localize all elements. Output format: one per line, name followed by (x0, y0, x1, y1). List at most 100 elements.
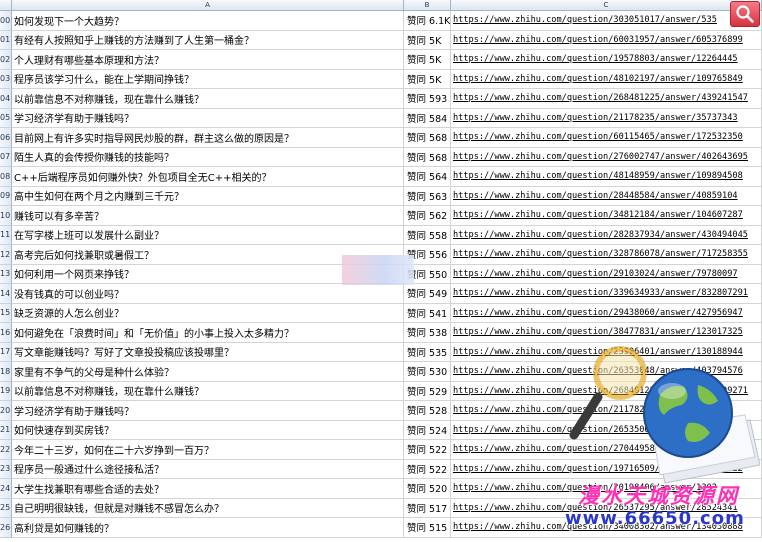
column-header-c[interactable]: C (451, 0, 762, 11)
question-title-cell[interactable]: 个人理财有哪些基本原理和方法？ (12, 50, 404, 70)
votes-cell[interactable]: 赞同 549 (404, 284, 451, 304)
question-title-cell[interactable]: 高利贷是如何赚钱的？ (12, 518, 404, 538)
question-title-cell[interactable]: 写文章能赚钱吗？写好了文章投投稿应该投哪里？ (12, 342, 404, 362)
votes-cell[interactable]: 赞同 568 (404, 147, 451, 167)
search-icon (736, 5, 754, 23)
votes-cell[interactable]: 赞同 6.1K (404, 11, 451, 31)
votes-cell[interactable]: 赞同 568 (404, 128, 451, 148)
url-link-cell[interactable]: https://www.zhihu.com/question/48102197/… (451, 69, 762, 89)
row-number[interactable]: 06 (0, 128, 12, 148)
row-number[interactable]: 15 (0, 303, 12, 323)
question-title-cell[interactable]: 学习经济学有助于赚钱吗？ (12, 108, 404, 128)
url-link-cell[interactable]: https://www.zhihu.com/question/339634933… (451, 284, 762, 304)
row-number[interactable]: 20 (0, 401, 12, 421)
votes-cell[interactable]: 赞同 563 (404, 186, 451, 206)
question-title-cell[interactable]: 程序员一般通过什么途径接私活？ (12, 459, 404, 479)
url-link-cell[interactable]: https://www.zhihu.com/question/19578803/… (451, 50, 762, 70)
question-title-cell[interactable]: 高中生如何在两个月之内赚到三千元？ (12, 186, 404, 206)
search-button[interactable] (730, 1, 760, 27)
row-number[interactable]: 14 (0, 284, 12, 304)
url-link-cell[interactable]: https://www.zhihu.com/question/268481225… (451, 89, 762, 109)
row-number[interactable]: 05 (0, 108, 12, 128)
votes-cell[interactable]: 赞同 5K (404, 50, 451, 70)
votes-cell[interactable]: 赞同 522 (404, 459, 451, 479)
votes-cell[interactable]: 赞同 593 (404, 89, 451, 109)
question-title-cell[interactable]: 没有钱真的可以创业吗？ (12, 284, 404, 304)
question-title-cell[interactable]: 家里有不争气的父母是种什么体验？ (12, 362, 404, 382)
row-number[interactable]: 26 (0, 518, 12, 538)
question-title-cell[interactable]: 陌生人真的会传授你赚钱的技能吗？ (12, 147, 404, 167)
url-link-cell[interactable]: https://www.zhihu.com/question/303051017… (451, 11, 762, 31)
row-number[interactable]: 04 (0, 89, 12, 109)
row-number[interactable]: 08 (0, 167, 12, 187)
url-link-cell[interactable]: https://www.zhihu.com/question/21178235/… (451, 108, 762, 128)
question-title-cell[interactable]: 今年二十三岁，如何在二十六岁挣到一百万？ (12, 440, 404, 460)
row-number[interactable]: 19 (0, 381, 12, 401)
question-title-cell[interactable]: 学习经济学有助于赚钱吗？ (12, 401, 404, 421)
row-number[interactable]: 18 (0, 362, 12, 382)
column-header-b[interactable]: B (404, 0, 451, 11)
url-link-cell[interactable]: https://www.zhihu.com/question/276002747… (451, 147, 762, 167)
question-title-cell[interactable]: 赚钱可以有多辛苦？ (12, 206, 404, 226)
votes-cell[interactable]: 赞同 558 (404, 225, 451, 245)
votes-cell[interactable]: 赞同 538 (404, 323, 451, 343)
select-all-corner[interactable] (0, 0, 12, 11)
question-title-cell[interactable]: C++后端程序员如何赚外快？外包项目全无C++相关的？ (12, 167, 404, 187)
votes-cell[interactable]: 赞同 541 (404, 303, 451, 323)
row-number[interactable]: 07 (0, 147, 12, 167)
row-number[interactable]: 24 (0, 479, 12, 499)
row-number[interactable]: 03 (0, 69, 12, 89)
votes-cell[interactable]: 赞同 524 (404, 420, 451, 440)
url-link-cell[interactable]: https://www.zhihu.com/question/29103024/… (451, 264, 762, 284)
question-title-cell[interactable]: 自己明明很缺钱，但就是对赚钱不感冒怎么办？ (12, 498, 404, 518)
row-number[interactable]: 23 (0, 459, 12, 479)
url-link-cell[interactable]: https://www.zhihu.com/question/34812184/… (451, 206, 762, 226)
votes-cell[interactable]: 赞同 584 (404, 108, 451, 128)
row-number[interactable]: 17 (0, 342, 12, 362)
row-number[interactable]: 09 (0, 186, 12, 206)
row-number[interactable]: 25 (0, 498, 12, 518)
question-title-cell[interactable]: 目前网上有许多实时指导网民炒股的群，群主这么做的原因是？ (12, 128, 404, 148)
url-link-cell[interactable]: https://www.zhihu.com/question/29438060/… (451, 303, 762, 323)
votes-cell[interactable]: 赞同 520 (404, 479, 451, 499)
url-link-cell[interactable]: https://www.zhihu.com/question/60115465/… (451, 128, 762, 148)
row-number[interactable]: 21 (0, 420, 12, 440)
question-title-cell[interactable]: 如何避免在「浪费时间」和「无价值」的小事上投入太多精力？ (12, 323, 404, 343)
votes-cell[interactable]: 赞同 5K (404, 30, 451, 50)
question-title-cell[interactable]: 如何快速存到买房钱？ (12, 420, 404, 440)
row-number[interactable]: 10 (0, 206, 12, 226)
votes-cell[interactable]: 赞同 5K (404, 69, 451, 89)
votes-cell[interactable]: 赞同 529 (404, 381, 451, 401)
question-title-cell[interactable]: 缺乏资源的人怎么创业？ (12, 303, 404, 323)
question-title-cell[interactable]: 有经有人按照知乎上赚钱的方法赚到了人生第一桶金？ (12, 30, 404, 50)
votes-cell[interactable]: 赞同 564 (404, 167, 451, 187)
votes-cell[interactable]: 赞同 522 (404, 440, 451, 460)
row-number[interactable]: 12 (0, 245, 12, 265)
row-number[interactable]: 11 (0, 225, 12, 245)
row-number[interactable]: 00 (0, 11, 12, 31)
url-link-cell[interactable]: https://www.zhihu.com/question/38477831/… (451, 323, 762, 343)
question-title-cell[interactable]: 在写字楼上班可以发展什么副业？ (12, 225, 404, 245)
url-link-cell[interactable]: https://www.zhihu.com/question/60031957/… (451, 30, 762, 50)
url-link-cell[interactable]: https://www.zhihu.com/question/282837934… (451, 225, 762, 245)
question-title-cell[interactable]: 大学生找兼职有哪些合适的去处？ (12, 479, 404, 499)
votes-cell[interactable]: 赞同 530 (404, 362, 451, 382)
question-title-cell[interactable]: 以前靠信息不对称赚钱，现在靠什么赚钱？ (12, 89, 404, 109)
column-header-a[interactable]: A (12, 0, 404, 11)
row-number[interactable]: 22 (0, 440, 12, 460)
row-number[interactable]: 01 (0, 30, 12, 50)
row-number[interactable]: 02 (0, 50, 12, 70)
votes-cell[interactable]: 赞同 535 (404, 342, 451, 362)
url-link-cell[interactable]: https://www.zhihu.com/question/28448584/… (451, 186, 762, 206)
row-number[interactable]: 16 (0, 323, 12, 343)
votes-cell[interactable]: 赞同 528 (404, 401, 451, 421)
question-title-cell[interactable]: 程序员该学习什么，能在上学期间挣钱？ (12, 69, 404, 89)
question-title-cell[interactable]: 如何发现下一个大趋势？ (12, 11, 404, 31)
row-number[interactable]: 13 (0, 264, 12, 284)
url-link-cell[interactable]: https://www.zhihu.com/question/328786078… (451, 245, 762, 265)
votes-cell[interactable]: 赞同 517 (404, 498, 451, 518)
url-link-cell[interactable]: https://www.zhihu.com/question/48148959/… (451, 167, 762, 187)
question-title-cell[interactable]: 以前靠信息不对称赚钱，现在靠什么赚钱？ (12, 381, 404, 401)
votes-cell[interactable]: 赞同 562 (404, 206, 451, 226)
votes-cell[interactable]: 赞同 515 (404, 518, 451, 538)
